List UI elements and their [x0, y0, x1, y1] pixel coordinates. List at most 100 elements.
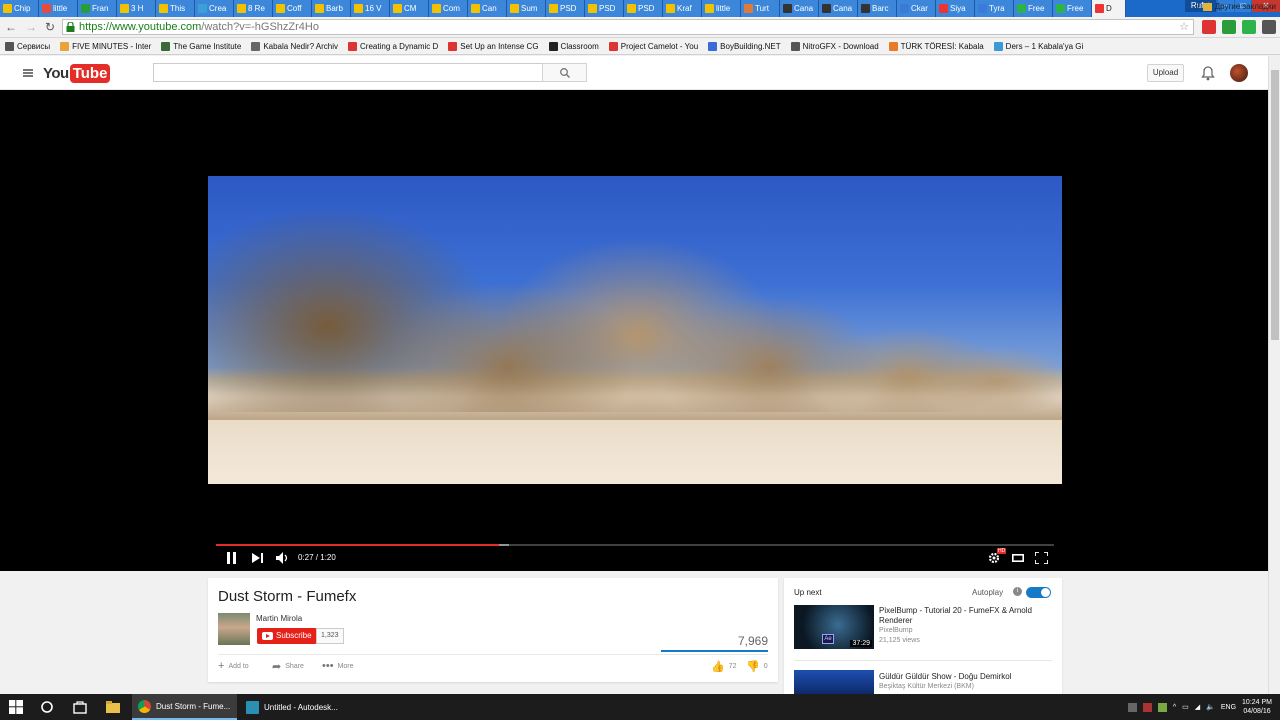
file-explorer-icon[interactable]	[106, 700, 120, 714]
bookmarks-overflow-icon[interactable]: »	[1195, 2, 1199, 11]
autoplay-toggle[interactable]	[1026, 587, 1051, 598]
browser-tab[interactable]: Coff	[273, 0, 312, 17]
tray-nvidia-icon[interactable]	[1157, 702, 1167, 712]
browser-tab[interactable]: Free	[1053, 0, 1092, 17]
battery-icon[interactable]: ▭	[1182, 703, 1189, 711]
video-frame[interactable]	[208, 176, 1062, 484]
browser-tab[interactable]: little	[39, 0, 78, 17]
browser-tab[interactable]: PSD	[624, 0, 663, 17]
suggested-title[interactable]: Güldür Güldür Show - Doğu Demirkol	[879, 672, 1057, 682]
tray-app-icon[interactable]	[1127, 702, 1137, 712]
browser-tab[interactable]: Cana	[819, 0, 858, 17]
browser-tab[interactable]: Chip	[0, 0, 39, 17]
browser-tab[interactable]: Tyra	[975, 0, 1014, 17]
youtube-logo[interactable]: You Tube	[43, 64, 111, 83]
bookmark-item[interactable]: NitroGFX - Download	[786, 41, 884, 51]
browser-tab[interactable]: PSD	[585, 0, 624, 17]
url-host: https://www.youtube.com	[79, 21, 202, 33]
info-icon[interactable]: i	[1013, 587, 1022, 596]
share-button[interactable]: ➦ Share	[272, 660, 304, 673]
tray-chevron-icon[interactable]: ^	[1173, 704, 1176, 711]
browser-tab[interactable]: D	[1092, 0, 1126, 17]
bookmark-item[interactable]: BoyBuilding.NET	[703, 41, 785, 51]
bookmark-star-icon[interactable]: ☆	[1179, 20, 1189, 34]
bookmark-item[interactable]: Kabala Nedir? Archiv	[246, 41, 343, 51]
bookmark-item[interactable]: TÜRK TÖRESİ: Kabala	[884, 41, 989, 51]
bookmark-item[interactable]: Classroom	[544, 41, 604, 51]
forward-arrow-icon[interactable]: →	[24, 20, 38, 34]
browser-tab[interactable]: Turt	[741, 0, 780, 17]
upload-button[interactable]: Upload	[1147, 64, 1184, 82]
subscribe-button[interactable]: Subscribe	[257, 628, 317, 644]
channel-avatar[interactable]	[218, 613, 250, 645]
bookmark-item[interactable]: Project Camelot - You	[604, 41, 703, 51]
volume-icon[interactable]	[276, 552, 290, 564]
channel-name[interactable]: Martin Mirola	[256, 614, 302, 623]
browser-tab[interactable]: Cana	[780, 0, 819, 17]
windows-start-icon[interactable]	[9, 700, 23, 714]
browser-tab[interactable]: 3 H	[117, 0, 156, 17]
extension-red-icon[interactable]	[1202, 20, 1216, 34]
browser-tab[interactable]: Ckar	[897, 0, 936, 17]
bookmark-item[interactable]: The Game Institute	[156, 41, 246, 51]
page-scrollbar[interactable]	[1268, 56, 1280, 694]
theater-mode-icon[interactable]	[1012, 554, 1024, 562]
browser-tab[interactable]: 8 Re	[234, 0, 273, 17]
browser-tab[interactable]: CM	[390, 0, 429, 17]
up-next-title[interactable]: PixelBump - Tutorial 20 - FumeFX & Arnol…	[879, 606, 1057, 626]
tray-record-icon[interactable]	[1142, 702, 1152, 712]
fullscreen-icon[interactable]	[1035, 552, 1048, 564]
clock[interactable]: 10:24 PM 04/08/16	[1242, 698, 1272, 716]
bookmark-item[interactable]: Set Up an Intense CG	[443, 41, 543, 51]
other-bookmarks[interactable]: » Другие закладки	[1195, 2, 1276, 11]
like-button[interactable]: 👍 72	[711, 660, 737, 673]
browser-tab[interactable]: Free	[1014, 0, 1053, 17]
add-to-button[interactable]: + Add to	[218, 660, 249, 672]
more-button[interactable]: ••• More	[322, 660, 354, 672]
search-input[interactable]	[153, 63, 543, 82]
browser-menu-icon[interactable]	[1262, 20, 1276, 34]
reload-icon[interactable]: ↻	[43, 20, 57, 34]
up-next-thumbnail[interactable]: Ae 37:29	[794, 605, 874, 649]
bookmark-item[interactable]: FIVE MINUTES - Inter	[55, 41, 156, 51]
account-avatar[interactable]	[1230, 64, 1248, 82]
address-bar[interactable]: https://www.youtube.com/watch?v=-hGShzZr…	[62, 19, 1194, 35]
extension-green-icon[interactable]	[1222, 20, 1236, 34]
volume-tray-icon[interactable]: 🔈	[1206, 703, 1215, 711]
suggested-thumbnail[interactable]	[794, 670, 874, 694]
browser-tab[interactable]: Com	[429, 0, 468, 17]
browser-tab[interactable]: Fran	[78, 0, 117, 17]
dislike-button[interactable]: 👎 0	[746, 660, 768, 673]
bookmark-item[interactable]: Ders – 1 Kabala'ya Gi	[989, 41, 1089, 51]
back-arrow-icon[interactable]: ←	[4, 20, 18, 34]
next-video-icon[interactable]	[252, 553, 266, 563]
progress-bar[interactable]	[216, 544, 1054, 546]
taskbar-autodesk[interactable]: Untitled - Autodesk...	[240, 694, 345, 720]
guide-menu-icon[interactable]	[23, 69, 33, 77]
bookmark-item[interactable]: Сервисы	[0, 41, 55, 51]
scrollbar-thumb[interactable]	[1271, 70, 1279, 340]
browser-tab[interactable]: Barb	[312, 0, 351, 17]
tab-label: This	[170, 4, 186, 13]
network-icon[interactable]: ◢	[1195, 703, 1200, 711]
pause-icon[interactable]	[226, 552, 237, 564]
browser-tab[interactable]: 16 V	[351, 0, 390, 17]
notifications-bell-icon[interactable]	[1201, 65, 1215, 81]
browser-tab[interactable]: Kraf	[663, 0, 702, 17]
video-player[interactable]: 0:27 / 1:20 HD	[0, 90, 1268, 571]
download-arrow-icon[interactable]	[1242, 20, 1256, 34]
search-button[interactable]	[542, 63, 587, 82]
browser-tab[interactable]: Siya	[936, 0, 975, 17]
taskbar-chrome[interactable]: Dust Storm - Fume...	[132, 694, 237, 720]
language-indicator[interactable]: ENG	[1221, 704, 1236, 711]
browser-tab[interactable]: PSD	[546, 0, 585, 17]
cortana-search-icon[interactable]	[40, 700, 54, 714]
store-icon[interactable]	[73, 700, 87, 714]
browser-tab[interactable]: This	[156, 0, 195, 17]
browser-tab[interactable]: Crea	[195, 0, 234, 17]
browser-tab[interactable]: Sum	[507, 0, 546, 17]
browser-tab[interactable]: Barc	[858, 0, 897, 17]
browser-tab[interactable]: little	[702, 0, 741, 17]
bookmark-item[interactable]: Creating a Dynamic D	[343, 41, 443, 51]
browser-tab[interactable]: Can	[468, 0, 507, 17]
